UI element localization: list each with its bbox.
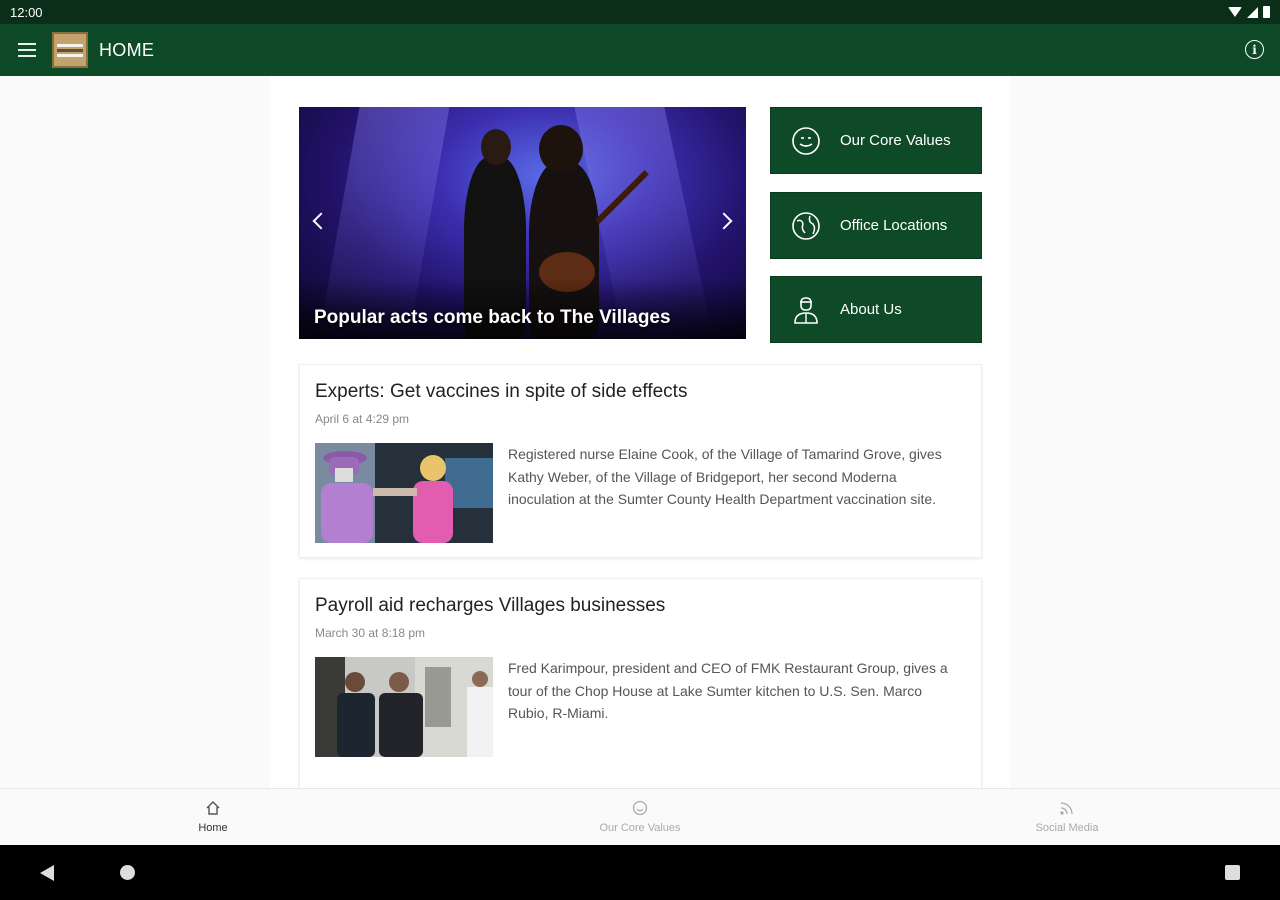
article-card[interactable]: Payroll aid recharges Villages businesse… — [299, 578, 982, 788]
main-content: Popular acts come back to The Villages O… — [270, 76, 1010, 788]
article-thumbnail[interactable] — [315, 657, 493, 757]
wifi-icon — [1228, 7, 1242, 17]
article-date: April 6 at 4:29 pm — [315, 412, 410, 426]
smiley-icon — [632, 799, 648, 817]
back-icon[interactable] — [40, 865, 54, 881]
status-icons — [1228, 6, 1270, 18]
rss-icon — [1059, 799, 1075, 817]
nav-our-core-values[interactable]: Our Core Values — [560, 789, 720, 846]
info-icon[interactable]: i — [1245, 40, 1264, 59]
about-us-label: About Us — [840, 301, 902, 318]
article-summary: Registered nurse Elaine Cook, of the Vil… — [508, 446, 942, 507]
status-bar: 12:00 — [0, 0, 1280, 24]
signal-icon — [1247, 6, 1258, 18]
article-date: March 30 at 8:18 pm — [315, 626, 426, 640]
carousel-prev-icon[interactable] — [312, 212, 330, 230]
system-navigation-bar — [0, 845, 1280, 900]
app-bar: HOME i — [0, 24, 1280, 76]
menu-icon[interactable] — [18, 43, 36, 57]
about-us-button[interactable]: About Us — [770, 276, 982, 343]
article-summary: Fred Karimpour, president and CEO of FMK… — [508, 660, 948, 721]
nav-social-media[interactable]: Social Media — [987, 789, 1147, 846]
bottom-navigation: Home Our Core Values Social Media — [0, 788, 1280, 845]
our-core-values-label: Our Core Values — [840, 132, 951, 149]
person-icon — [791, 295, 821, 325]
clock: 12:00 — [10, 4, 43, 20]
article-title[interactable]: Payroll aid recharges Villages businesse… — [315, 595, 665, 617]
our-core-values-button[interactable]: Our Core Values — [770, 107, 982, 174]
carousel-next-icon[interactable] — [715, 212, 733, 230]
app-logo — [52, 32, 88, 68]
nav-home-label: Home — [198, 822, 228, 834]
smiley-icon — [791, 126, 821, 156]
article-card[interactable]: Experts: Get vaccines in spite of side e… — [299, 364, 982, 558]
office-locations-label: Office Locations — [840, 217, 948, 234]
office-locations-button[interactable]: Office Locations — [770, 192, 982, 259]
nav-social-media-label: Social Media — [1035, 822, 1099, 834]
nav-home[interactable]: Home — [133, 789, 293, 846]
globe-icon — [791, 211, 821, 241]
carousel-caption[interactable]: Popular acts come back to The Villages — [314, 307, 671, 329]
page-title: HOME — [99, 39, 155, 60]
home-circle-icon[interactable] — [120, 865, 135, 880]
recents-icon[interactable] — [1225, 865, 1240, 880]
featured-carousel[interactable]: Popular acts come back to The Villages — [299, 107, 746, 339]
nav-our-core-values-label: Our Core Values — [599, 822, 681, 834]
battery-icon — [1263, 6, 1270, 18]
article-thumbnail[interactable] — [315, 443, 493, 543]
home-icon — [205, 799, 221, 817]
article-title[interactable]: Experts: Get vaccines in spite of side e… — [315, 381, 687, 403]
